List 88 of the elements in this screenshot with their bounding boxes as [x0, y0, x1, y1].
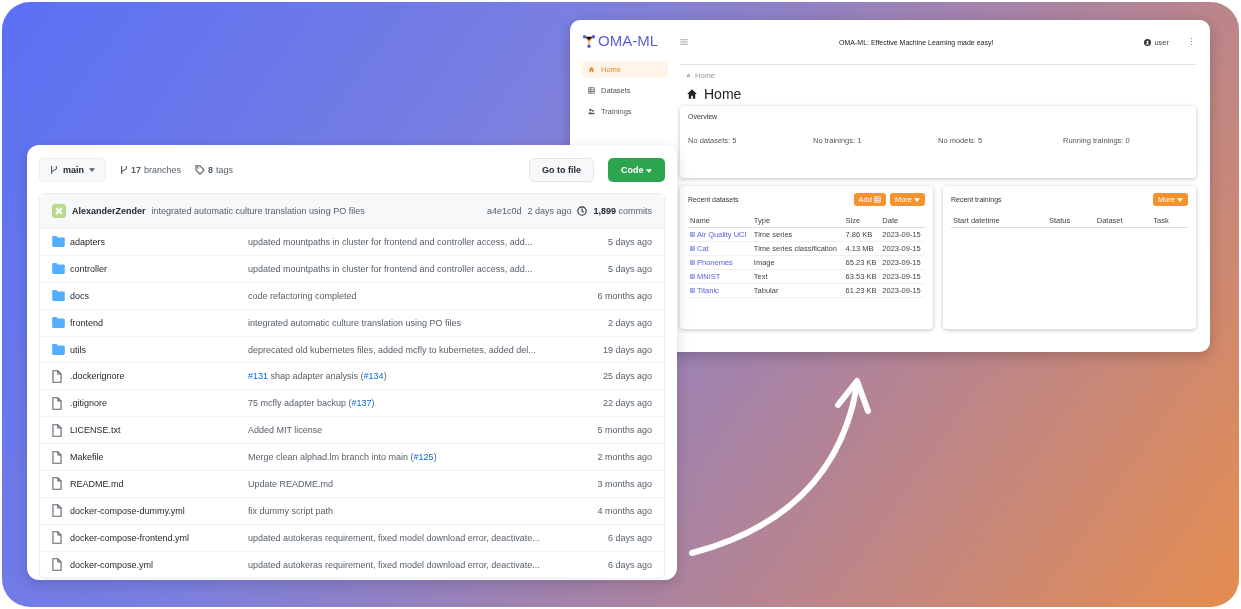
- commit-time: 5 months ago: [597, 425, 652, 436]
- commit-message[interactable]: Merge clean alphad.lm branch into main (#125): [248, 452, 598, 463]
- table-icon: [690, 288, 695, 293]
- commit-message[interactable]: 75 mcfly adapter backup (#137): [248, 398, 603, 409]
- commit-time: 4 months ago: [597, 505, 652, 516]
- commit-time: 2 days ago: [607, 317, 652, 328]
- table-icon: [690, 274, 695, 279]
- table-icon: [873, 196, 881, 203]
- commit-time: 22 days ago: [602, 398, 652, 409]
- commit-time: 6 months ago: [597, 290, 652, 301]
- commit-hash[interactable]: a4e1c0d: [486, 206, 522, 216]
- commit-time: 2 months ago: [597, 452, 652, 463]
- commit-message[interactable]: Added MIT license: [248, 425, 598, 436]
- commit-time: 5 days ago: [607, 236, 652, 247]
- people-icon: [588, 108, 595, 115]
- file-icon: [52, 396, 62, 410]
- commit-message[interactable]: updated mountpaths in cluster for frontend and controller access, add...: [248, 236, 608, 247]
- file-icon: [52, 369, 62, 383]
- file-icon: [52, 423, 62, 437]
- file-name[interactable]: frontend: [70, 317, 248, 328]
- file-name[interactable]: .dockerignore: [70, 371, 248, 382]
- issue-link[interactable]: #131: [248, 371, 269, 382]
- tag-icon: [195, 165, 206, 175]
- commit-message[interactable]: updated autokeras requirement, fixed model download error, deactivate...: [248, 559, 608, 570]
- commit-message[interactable]: integrated automatic culture translation using PO files: [248, 317, 608, 328]
- go-to-file-button[interactable]: Go to file: [529, 158, 594, 182]
- commit-message[interactable]: fix dummy script path: [248, 505, 598, 516]
- commit-message[interactable]: updated autokeras requirement, fixed model download error, deactivate...: [248, 532, 608, 543]
- file-name[interactable]: adapters: [70, 236, 248, 247]
- file-icon: [52, 504, 62, 518]
- file-icon: [52, 477, 62, 491]
- commit-time: 6 days ago: [607, 559, 652, 570]
- home-icon: [686, 73, 691, 78]
- branches-link[interactable]: 17 branches: [120, 165, 182, 175]
- file-name[interactable]: Makefile: [70, 452, 248, 463]
- commit-time: 6 days ago: [607, 532, 652, 543]
- file-icon: [52, 531, 62, 545]
- commit-message[interactable]: integrated automatic culture translation using PO files: [151, 206, 365, 216]
- user-icon: [1144, 38, 1152, 46]
- commit-time: 2 days ago: [527, 206, 572, 216]
- file-name[interactable]: docker-compose-dummy.yml: [70, 505, 248, 516]
- branch-icon: [50, 165, 58, 175]
- tags-link[interactable]: 8 tags: [195, 165, 234, 175]
- commit-message[interactable]: deprecated old kubernetes files, added mcfly to kubernetes, added del...: [248, 344, 603, 355]
- file-icon: [52, 558, 62, 572]
- commit-time: 25 days ago: [602, 371, 652, 382]
- home-icon: [588, 66, 595, 73]
- logo-icon: [582, 33, 596, 48]
- avatar-icon: [52, 204, 66, 218]
- grid-icon: [588, 87, 595, 94]
- folder-icon: [52, 344, 65, 355]
- branch-icon: [120, 165, 128, 175]
- caret-icon: [646, 169, 652, 173]
- file-icon: [52, 450, 62, 464]
- table-icon: [690, 246, 695, 251]
- folder-icon: [52, 317, 65, 329]
- file-name[interactable]: docker-compose-frontend.yml: [70, 532, 248, 543]
- commit-message[interactable]: #131 shap adapter analysis (#134): [248, 371, 603, 382]
- commit-message[interactable]: updated mountpaths in cluster for frontend and controller access, add...: [248, 263, 608, 274]
- branch-button[interactable]: main: [39, 158, 106, 182]
- file-name[interactable]: utils: [70, 344, 248, 355]
- folder-icon: [52, 290, 65, 302]
- menu-icon[interactable]: [680, 39, 688, 45]
- caret-icon: [914, 197, 920, 202]
- folder-icon: [52, 236, 65, 248]
- page-heading: Home: [704, 86, 742, 102]
- file-name[interactable]: docs: [70, 290, 248, 301]
- file-name[interactable]: .gitignore: [70, 398, 248, 409]
- commit-message[interactable]: Update README.md: [248, 478, 598, 489]
- history-icon: [577, 206, 588, 216]
- commits-link[interactable]: 1,899 commits: [593, 206, 652, 216]
- file-name[interactable]: LICENSE.txt: [70, 425, 248, 436]
- file-name[interactable]: docker-compose.yml: [70, 559, 248, 570]
- home-icon: [686, 88, 698, 100]
- folder-icon: [52, 263, 65, 275]
- file-name[interactable]: README.md: [70, 478, 248, 489]
- more-options[interactable]: ⋮: [1187, 37, 1196, 47]
- commit-author[interactable]: AlexanderZender: [72, 206, 146, 216]
- caret-icon: [1177, 197, 1183, 202]
- commit-time: 5 days ago: [607, 263, 652, 274]
- commit-time: 19 days ago: [602, 344, 652, 355]
- logo-text: OMA-ML: [598, 32, 658, 49]
- table-icon: [690, 232, 695, 237]
- table-icon: [690, 260, 695, 265]
- commit-message[interactable]: code refactoring completed: [248, 290, 598, 301]
- commit-time: 3 months ago: [597, 478, 652, 489]
- caret-icon: [89, 168, 95, 172]
- file-name[interactable]: controller: [70, 263, 248, 274]
